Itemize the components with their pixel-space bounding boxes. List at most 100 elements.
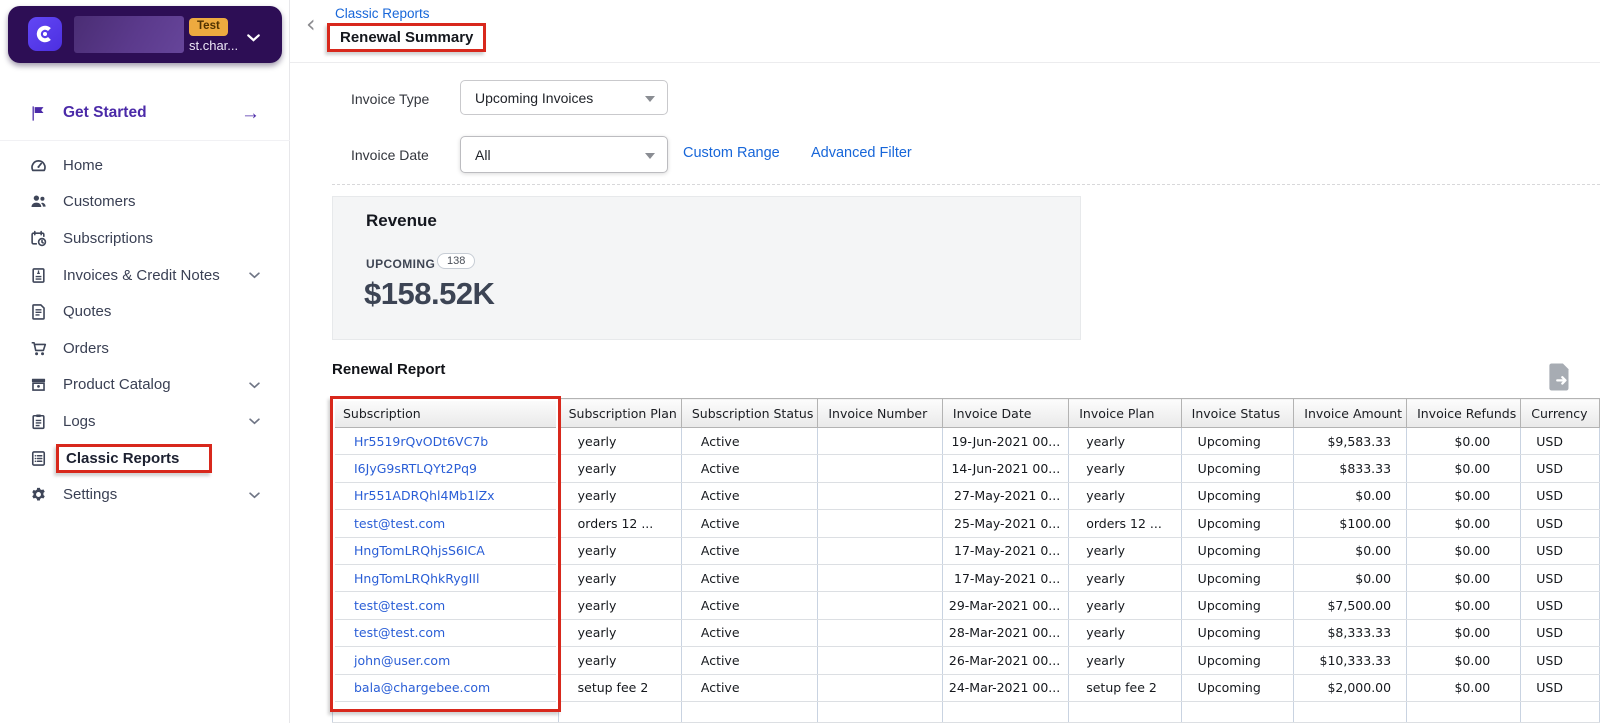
customers-icon bbox=[30, 193, 47, 210]
renewal-report-table: Subscription Subscription Plan Subscriptio… bbox=[332, 398, 1600, 723]
cell-currency: USD bbox=[1520, 564, 1600, 593]
invoice-type-label: Invoice Type bbox=[351, 91, 430, 107]
cell-invoice-amount: $100.00 bbox=[1293, 509, 1408, 538]
advanced-filter-link[interactable]: Advanced Filter bbox=[811, 145, 912, 161]
cell-invoice-number bbox=[817, 509, 943, 538]
subscription-link[interactable]: bala@chargebee.com bbox=[354, 680, 490, 695]
subscription-link[interactable]: test@test.com bbox=[354, 516, 445, 531]
cell-currency: USD bbox=[1520, 509, 1600, 538]
sidebar-item-product-catalog[interactable]: Product Catalog bbox=[0, 367, 290, 404]
cell-invoice-number bbox=[817, 537, 943, 565]
column-header-subscription-plan[interactable]: Subscription Plan bbox=[557, 398, 682, 428]
column-header-invoice-plan[interactable]: Invoice Plan bbox=[1068, 398, 1182, 428]
column-header-invoice-refunds[interactable]: Invoice Refunds bbox=[1406, 398, 1522, 428]
cell-invoice-plan: yearly bbox=[1068, 537, 1182, 565]
sidebar-item-label: Settings bbox=[63, 486, 118, 504]
cell-invoice-refunds: $0.00 bbox=[1406, 482, 1522, 511]
subscription-link[interactable]: test@test.com bbox=[354, 625, 445, 640]
cell-invoice-amount: $7,500.00 bbox=[1293, 591, 1408, 620]
cell-subscription-plan: setup fee 2 bbox=[558, 674, 682, 702]
cell-invoice-status: Upcoming bbox=[1181, 674, 1295, 702]
breadcrumb[interactable]: Classic Reports bbox=[335, 6, 430, 21]
cell-invoice-date: 19-Jun-2021 00... bbox=[942, 427, 1070, 456]
sidebar-item-home[interactable]: Home bbox=[0, 147, 290, 184]
cell-subscription-status: Active bbox=[681, 537, 819, 565]
revenue-upcoming-label: UPCOMING bbox=[366, 257, 436, 271]
column-header-invoice-date[interactable]: Invoice Date bbox=[941, 398, 1070, 428]
invoice-type-select[interactable]: Upcoming Invoices bbox=[460, 80, 668, 115]
subscription-link[interactable]: test@test.com bbox=[354, 598, 445, 613]
invoice-date-select[interactable]: All bbox=[460, 136, 668, 173]
subscription-link[interactable]: HngTomLRQhkRygIIl bbox=[354, 571, 479, 586]
cell-invoice-date: 28-Mar-2021 00... bbox=[942, 619, 1070, 648]
chevron-down-icon bbox=[247, 29, 260, 47]
sidebar-item-orders[interactable]: Orders bbox=[0, 330, 290, 367]
subscription-link[interactable]: HngTomLRQhjsS6ICA bbox=[354, 543, 485, 558]
sidebar-item-label: Invoices & Credit Notes bbox=[63, 266, 220, 284]
chevron-down-icon bbox=[249, 376, 260, 394]
revenue-count-badge: 138 bbox=[437, 253, 476, 269]
back-chevron-icon[interactable]: ‹ bbox=[306, 12, 316, 36]
cell-invoice-number bbox=[817, 591, 943, 620]
cell-subscription-plan: yearly bbox=[558, 564, 682, 593]
sidebar-item-classic-reports[interactable]: Classic Reports bbox=[0, 440, 290, 477]
get-started-label: Get Started bbox=[63, 104, 147, 121]
cell-subscription-status: Active bbox=[681, 591, 819, 620]
test-env-badge: Test bbox=[189, 18, 228, 36]
table-row: bala@chargebee.com setup fee 2 Active 24-Ma… bbox=[332, 674, 1600, 702]
cell-invoice-refunds: $0.00 bbox=[1406, 591, 1522, 620]
main-content: ‹ Classic Reports Renewal Summary Invoic… bbox=[290, 0, 1600, 723]
cell-invoice-plan: yearly bbox=[1068, 454, 1182, 483]
revenue-amount: $158.52K bbox=[364, 276, 495, 311]
cell-subscription: test@test.com bbox=[332, 619, 559, 648]
cell-subscription-status: Active bbox=[681, 564, 819, 593]
cell-subscription-plan: yearly bbox=[558, 454, 682, 483]
subscription-link[interactable]: Hr551ADRQhl4Mb1lZx bbox=[354, 488, 495, 503]
column-header-invoice-number[interactable]: Invoice Number bbox=[817, 398, 943, 428]
subscription-link[interactable]: Hr5519rQvODt6VC7b bbox=[354, 434, 488, 449]
column-header-currency[interactable]: Currency bbox=[1520, 398, 1600, 428]
cell-invoice-plan: yearly bbox=[1068, 564, 1182, 593]
cell-invoice-refunds: $0.00 bbox=[1406, 454, 1522, 483]
cell-invoice-status: Upcoming bbox=[1181, 482, 1295, 511]
invoice-date-value: All bbox=[475, 146, 491, 163]
header-divider bbox=[290, 62, 1600, 63]
cell-subscription: test@test.com bbox=[332, 509, 559, 538]
subscription-link[interactable]: john@user.com bbox=[354, 653, 450, 668]
cell-invoice-date: 17-May-2021 0... bbox=[942, 537, 1070, 565]
export-icon[interactable] bbox=[1546, 362, 1573, 392]
sidebar-item-invoices-credit-notes[interactable]: Invoices & Credit Notes bbox=[0, 257, 290, 294]
column-header-invoice-status[interactable]: Invoice Status bbox=[1180, 398, 1295, 428]
cell-subscription-plan: yearly bbox=[558, 537, 682, 565]
sidebar-item-settings[interactable]: Settings bbox=[0, 476, 290, 513]
cell-invoice-refunds: $0.00 bbox=[1406, 564, 1522, 593]
page-title: Renewal Summary bbox=[327, 23, 487, 52]
table-row: I6JyG9sRTLQYt2Pq9 yearly Active 14-Jun-2021… bbox=[332, 454, 1600, 483]
cell-invoice-refunds: $0.00 bbox=[1406, 646, 1522, 675]
cell-invoice-amount: $833.33 bbox=[1293, 454, 1408, 483]
dashboard-icon bbox=[30, 157, 47, 174]
chevron-down-icon bbox=[249, 266, 260, 284]
cell-subscription: HngTomLRQhjsS6ICA bbox=[332, 537, 559, 565]
column-header-invoice-amount[interactable]: Invoice Amount bbox=[1293, 398, 1408, 428]
logs-icon bbox=[30, 413, 47, 430]
cell-currency: USD bbox=[1520, 619, 1600, 648]
cell-subscription: bala@chargebee.com bbox=[332, 674, 559, 702]
column-header-subscription-status[interactable]: Subscription Status bbox=[680, 398, 819, 428]
sidebar-item-get-started[interactable]: Get Started → bbox=[0, 97, 290, 129]
subscriptions-icon bbox=[30, 230, 47, 247]
workspace-domain: st.char... bbox=[189, 38, 239, 53]
sidebar-item-label: Customers bbox=[63, 193, 136, 211]
sidebar-item-logs[interactable]: Logs bbox=[0, 403, 290, 440]
catalog-icon bbox=[30, 376, 47, 393]
cell-invoice-refunds: $0.00 bbox=[1406, 509, 1522, 538]
custom-range-link[interactable]: Custom Range bbox=[683, 145, 780, 161]
cell-currency: USD bbox=[1520, 591, 1600, 620]
subscription-link[interactable]: I6JyG9sRTLQYt2Pq9 bbox=[354, 461, 477, 476]
sidebar-item-quotes[interactable]: Quotes bbox=[0, 293, 290, 330]
sidebar-item-customers[interactable]: Customers bbox=[0, 184, 290, 221]
column-header-subscription[interactable]: Subscription bbox=[332, 398, 559, 428]
cell-invoice-plan: yearly bbox=[1068, 427, 1182, 456]
sidebar-item-subscriptions[interactable]: Subscriptions bbox=[0, 220, 290, 257]
workspace-switcher[interactable]: Test st.char... bbox=[8, 6, 282, 63]
